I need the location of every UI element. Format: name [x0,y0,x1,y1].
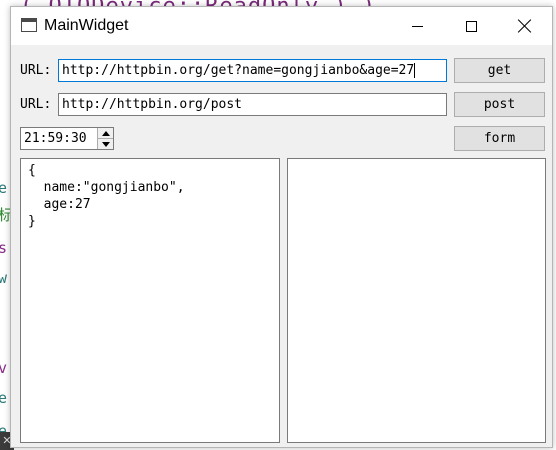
arrow-up-icon [101,130,110,136]
spin-down-button[interactable] [98,139,113,149]
text-caret [414,63,416,78]
response-text-content-right [288,159,545,165]
get-url-input[interactable]: http://httpbin.org/get?name=gongjianbo&a… [58,59,447,82]
maximize-icon [465,20,477,32]
time-value: 21:59:30 [24,131,87,146]
time-spinbox[interactable]: 21:59:30 [20,127,114,150]
response-text-content: { name:"gongjianbo", age:27 } [28,163,185,229]
close-button[interactable] [502,7,548,45]
response-text-left[interactable]: { name:"gongjianbo", age:27 } [20,158,280,443]
background-char: e [0,179,8,197]
main-widget-window: MainWidget URL: http://httpbin.org/get?n… [10,6,553,448]
get-button[interactable]: get [454,58,545,83]
spin-up-button[interactable] [98,128,113,139]
minimize-icon [411,25,423,27]
maximize-button[interactable] [448,7,494,45]
background-char: v [0,359,8,377]
arrow-down-icon [101,141,110,147]
spin-buttons [97,128,113,149]
url-label-post: URL: [20,97,52,112]
app-window-icon [21,18,37,32]
minimize-button[interactable] [394,7,440,45]
background-char: s [0,239,8,257]
background-char: e [0,389,8,407]
post-button[interactable]: post [454,92,545,117]
post-url-input[interactable]: http://httpbin.org/post [58,93,447,116]
response-text-right[interactable] [287,158,546,443]
get-url-value: http://httpbin.org/get?name=gongjianbo&a… [62,63,415,78]
window-title: MainWidget [44,17,129,34]
url-label-get: URL: [20,63,52,78]
post-url-value: http://httpbin.org/post [62,97,243,112]
form-button[interactable]: form [454,126,545,151]
close-icon [518,19,532,33]
title-bar[interactable]: MainWidget [11,7,552,45]
background-char: w [0,269,8,287]
